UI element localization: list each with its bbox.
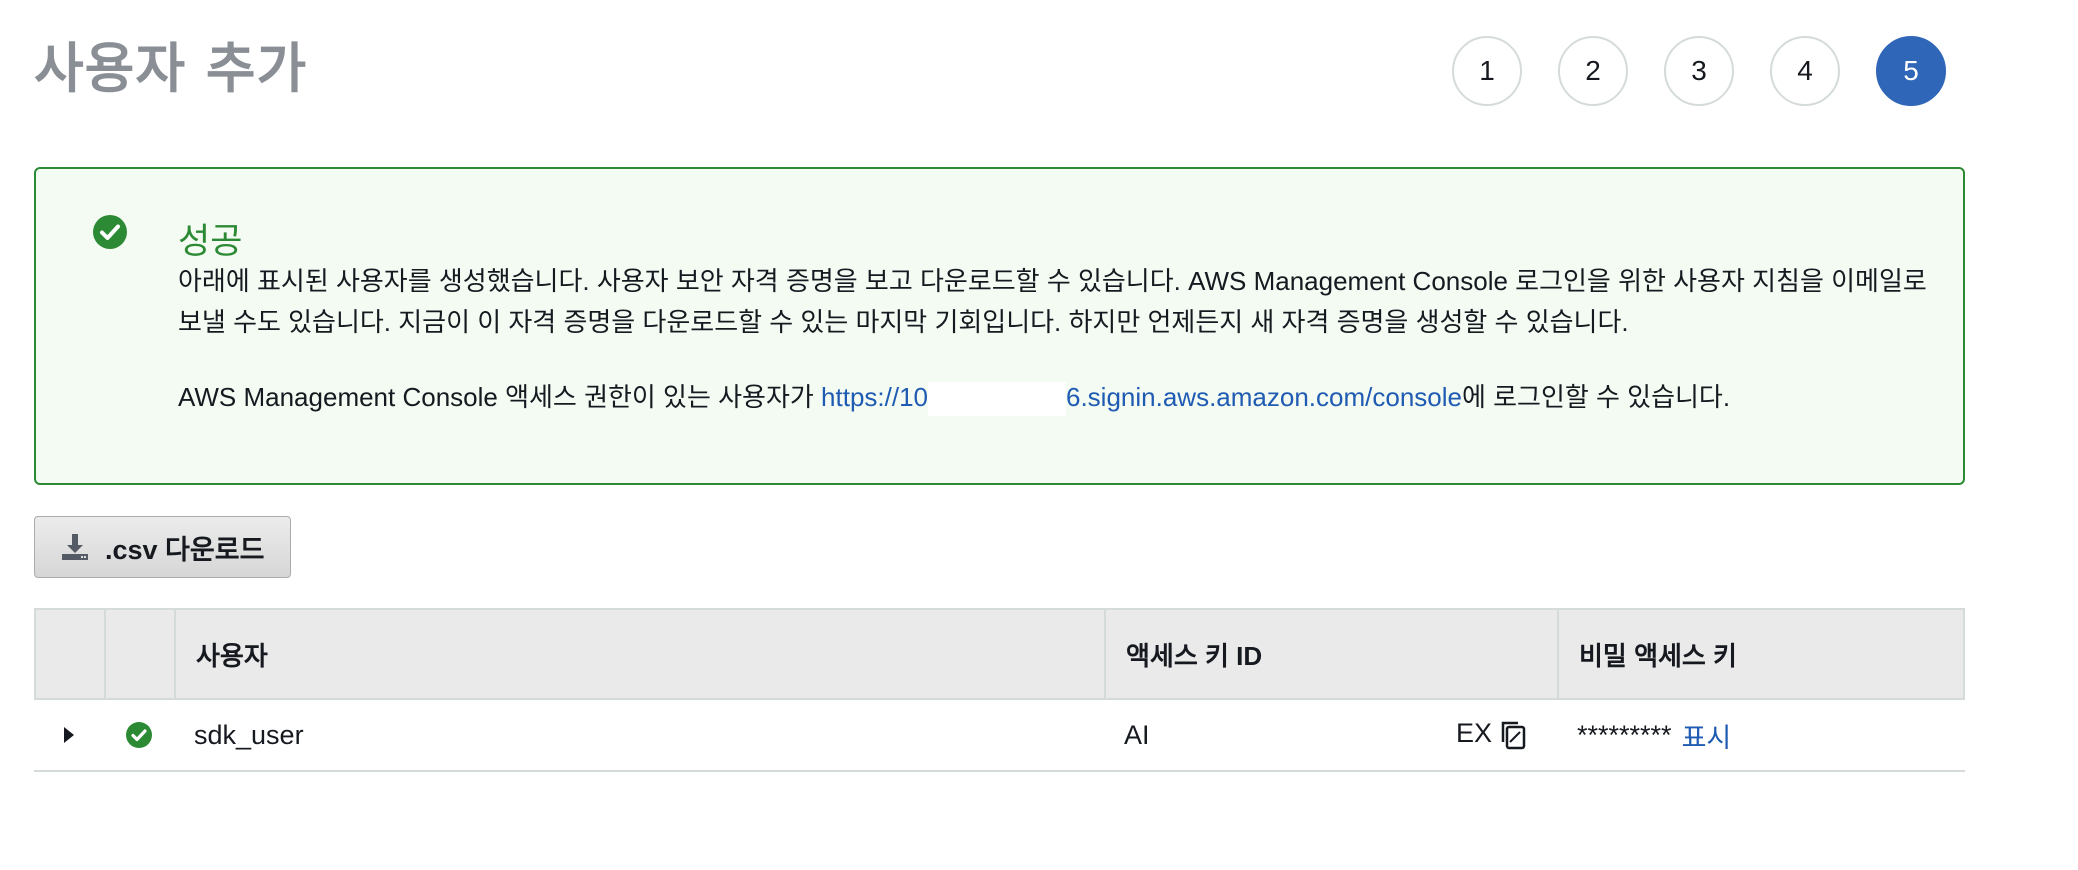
download-csv-button[interactable]: .csv 다운로드 bbox=[34, 516, 291, 578]
secret-access-key-cell: ********* 표시 bbox=[1557, 700, 1965, 770]
console-signin-link[interactable]: https://10 6.signin.aws.amazon.com/consol… bbox=[821, 382, 1462, 417]
header-secret-access-key: 비밀 액세스 키 bbox=[1579, 640, 1737, 671]
alert-title: 성공 bbox=[178, 222, 243, 262]
step-3[interactable]: 3 bbox=[1664, 36, 1734, 106]
alert-console-info: AWS Management Console 액세스 권한이 있는 사용자가 h… bbox=[178, 377, 1731, 417]
success-alert: 성공 아래에 표시된 사용자를 생성했습니다. 사용자 보안 자격 증명을 보고… bbox=[34, 167, 1965, 485]
access-key-id-end: EX bbox=[1456, 718, 1493, 748]
download-csv-label: .csv 다운로드 bbox=[105, 534, 265, 565]
redacted-account-id bbox=[928, 382, 1066, 417]
page-title: 사용자 추가 bbox=[34, 37, 308, 100]
table-header: 사용자 액세스 키 ID 비밀 액세스 키 bbox=[34, 608, 1965, 700]
row-status bbox=[104, 700, 174, 770]
download-icon bbox=[62, 534, 88, 560]
header-access-key-id: 액세스 키 ID bbox=[1106, 610, 1559, 698]
show-secret-link[interactable]: 표시 bbox=[1682, 716, 1732, 755]
step-1[interactable]: 1 bbox=[1452, 36, 1522, 106]
users-table: 사용자 액세스 키 ID 비밀 액세스 키 sdk_user AI EX ***… bbox=[34, 608, 1965, 772]
header-expand bbox=[36, 610, 106, 698]
step-4[interactable]: 4 bbox=[1770, 36, 1840, 106]
header-status bbox=[106, 610, 176, 698]
secret-key-masked: ********* bbox=[1577, 719, 1672, 750]
check-circle-icon bbox=[126, 722, 152, 748]
step-2[interactable]: 2 bbox=[1558, 36, 1628, 106]
check-circle-icon bbox=[93, 215, 127, 249]
header-user: 사용자 bbox=[176, 610, 1106, 698]
copy-icon[interactable] bbox=[1496, 718, 1530, 752]
user-name: sdk_user bbox=[194, 719, 304, 750]
step-5-current: 5 bbox=[1876, 36, 1946, 106]
access-key-id-start: AI bbox=[1124, 719, 1150, 750]
access-key-id-cell: AI EX bbox=[1104, 700, 1557, 770]
expand-row-toggle[interactable] bbox=[34, 700, 104, 770]
console-info-suffix: 에 로그인할 수 있습니다. bbox=[1461, 382, 1731, 412]
wizard-steps: 1 2 3 4 5 bbox=[1452, 36, 1982, 106]
console-info-prefix: AWS Management Console 액세스 권한이 있는 사용자가 bbox=[178, 382, 822, 412]
caret-right-icon bbox=[64, 727, 74, 743]
table-row: sdk_user AI EX ********* 표시 bbox=[34, 700, 1965, 772]
alert-message: 아래에 표시된 사용자를 생성했습니다. 사용자 보안 자격 증명을 보고 다운… bbox=[178, 266, 1927, 337]
